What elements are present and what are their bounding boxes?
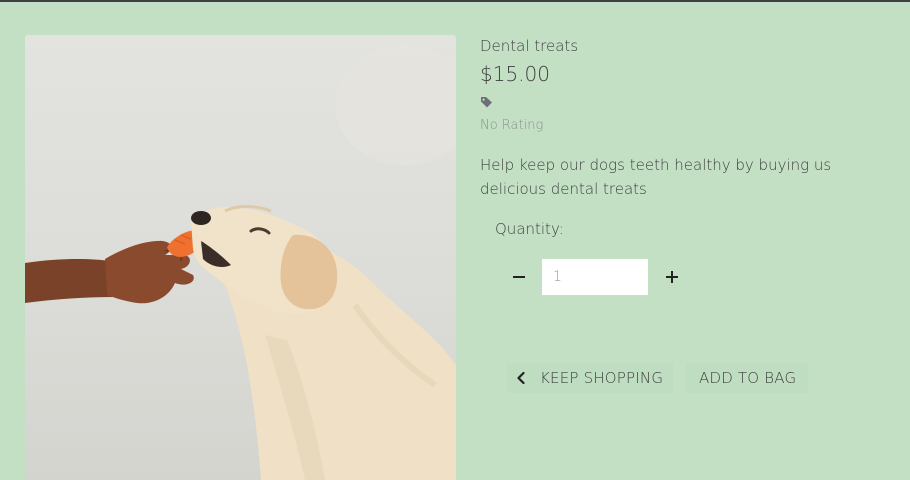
minus-icon	[513, 276, 525, 278]
product-price: $15.00	[480, 62, 550, 86]
keep-shopping-label: KEEP SHOPPING	[540, 369, 664, 387]
chevron-left-icon	[517, 371, 525, 385]
plus-icon	[666, 271, 678, 283]
quantity-label: Quantity:	[495, 220, 564, 238]
dog-photo-illustration	[25, 45, 456, 480]
product-image	[25, 35, 456, 480]
tag-icon	[481, 97, 492, 108]
product-description: Help keep our dogs teeth healthy by buyi…	[480, 156, 832, 198]
top-border	[0, 0, 910, 2]
product-title: Dental treats	[480, 37, 579, 55]
decrement-quantity-button[interactable]	[501, 259, 537, 295]
increment-quantity-button[interactable]	[654, 259, 690, 295]
add-to-bag-label: ADD TO BAG	[699, 369, 797, 387]
keep-shopping-button[interactable]: KEEP SHOPPING	[507, 363, 674, 393]
product-rating: No Rating	[480, 118, 544, 133]
quantity-input[interactable]	[542, 259, 648, 295]
add-to-bag-button[interactable]: ADD TO BAG	[686, 363, 809, 393]
